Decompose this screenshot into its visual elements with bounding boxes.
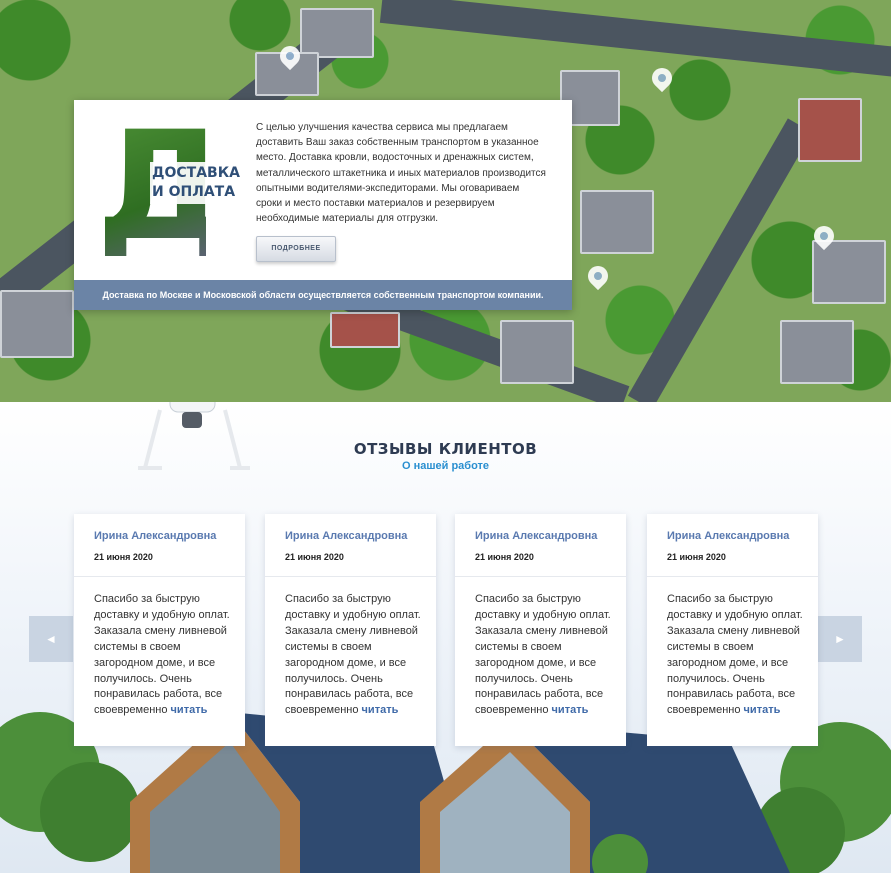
review-author: Ирина Александровна [94, 530, 217, 542]
review-card: Ирина Александровна 21 июня 2020 Спасибо… [74, 514, 245, 746]
review-text: Спасибо за быструю доставку и удобную оп… [667, 592, 807, 719]
review-text: Спасибо за быструю доставку и удобную оп… [94, 592, 234, 719]
house [798, 98, 862, 162]
divider [455, 576, 626, 577]
review-date: 21 июня 2020 [285, 552, 344, 562]
review-body: Спасибо за быструю доставку и удобную оп… [285, 593, 421, 717]
reviews-section: ОТЗЫВЫ КЛИЕНТОВ О нашей работе ◄ ► Ирина… [0, 402, 891, 873]
delivery-card: Д ДОСТАВКА И ОПЛАТА С целью улучшения ка… [74, 100, 572, 310]
review-date: 21 июня 2020 [475, 552, 534, 562]
review-date: 21 июня 2020 [667, 552, 726, 562]
map-pin-icon [583, 261, 613, 291]
house [300, 8, 374, 58]
review-date: 21 июня 2020 [94, 552, 153, 562]
divider [647, 576, 818, 577]
divider [74, 576, 245, 577]
review-body: Спасибо за быструю доставку и удобную оп… [475, 593, 611, 717]
house [500, 320, 574, 384]
delivery-title: ДОСТАВКА И ОПЛАТА [150, 162, 264, 204]
delivery-footer-note: Доставка по Москве и Московской области … [74, 280, 572, 310]
review-text: Спасибо за быструю доставку и удобную оп… [285, 592, 425, 719]
house [330, 312, 400, 348]
review-card: Ирина Александровна 21 июня 2020 Спасибо… [265, 514, 436, 746]
next-arrow-button[interactable]: ► [818, 616, 862, 662]
road [379, 0, 891, 78]
map-pin-icon [647, 63, 677, 93]
delivery-title-line1: ДОСТАВКА [152, 165, 240, 181]
reviews-title: ОТЗЫВЫ КЛИЕНТОВ [353, 440, 538, 458]
prev-arrow-button[interactable]: ◄ [29, 616, 73, 662]
read-more-link[interactable]: читать [362, 704, 399, 716]
reviews-subtitle: О нашей работе [401, 460, 490, 472]
read-more-link[interactable]: читать [552, 704, 589, 716]
delivery-title-line2: И ОПЛАТА [152, 184, 236, 200]
house [0, 290, 74, 358]
review-body: Спасибо за быструю доставку и удобную оп… [667, 593, 803, 717]
more-button[interactable]: ПОДРОБНЕЕ [256, 236, 336, 262]
review-author: Ирина Александровна [475, 530, 598, 542]
delivery-description: С целью улучшения качества сервиса мы пр… [256, 122, 546, 225]
house [780, 320, 854, 384]
read-more-link[interactable]: читать [171, 704, 208, 716]
house [580, 190, 654, 254]
read-more-link[interactable]: читать [744, 704, 781, 716]
review-text: Спасибо за быструю доставку и удобную оп… [475, 592, 615, 719]
review-author: Ирина Александровна [285, 530, 408, 542]
review-body: Спасибо за быструю доставку и удобную оп… [94, 593, 230, 717]
review-card: Ирина Александровна 21 июня 2020 Спасибо… [455, 514, 626, 746]
review-author: Ирина Александровна [667, 530, 790, 542]
review-card: Ирина Александровна 21 июня 2020 Спасибо… [647, 514, 818, 746]
divider [265, 576, 436, 577]
